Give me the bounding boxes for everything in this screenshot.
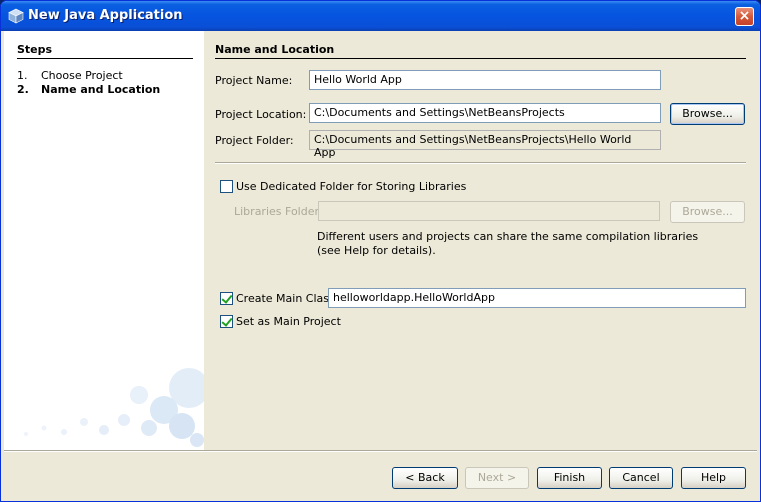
steps-header: Steps	[17, 43, 53, 56]
step-choose-project: 1. Choose Project	[17, 69, 123, 82]
project-folder-label: Project Folder:	[215, 134, 294, 147]
step-label: Choose Project	[41, 69, 123, 82]
next-button[interactable]: Next >	[465, 467, 529, 489]
project-location-label: Project Location:	[215, 108, 307, 121]
button-bar-separator	[4, 450, 757, 452]
back-button[interactable]: < Back	[392, 467, 458, 489]
name-location-panel: Name and Location Project Name: Hello Wo…	[204, 31, 757, 450]
set-main-project-label[interactable]: Set as Main Project	[236, 315, 341, 328]
section-divider	[215, 58, 746, 59]
steps-divider	[17, 58, 193, 59]
close-icon: ×	[738, 8, 751, 24]
libraries-folder-label: Libraries Folder:	[234, 205, 323, 218]
create-main-class-checkbox[interactable]	[220, 292, 233, 305]
set-main-project-checkbox[interactable]	[220, 315, 233, 328]
help-button[interactable]: Help	[681, 467, 746, 489]
close-button[interactable]: ×	[735, 7, 754, 26]
dedicated-libraries-checkbox[interactable]	[220, 180, 233, 193]
section-separator	[215, 162, 746, 164]
window-title: New Java Application	[28, 8, 183, 23]
project-location-browse-button[interactable]: Browse...	[670, 103, 745, 125]
step-number: 2.	[17, 83, 29, 96]
section-title: Name and Location	[215, 43, 335, 56]
finish-button[interactable]: Finish	[537, 467, 602, 489]
main-class-input[interactable]: helloworldapp.HelloWorldApp	[328, 288, 746, 308]
libraries-folder-input[interactable]	[318, 201, 660, 221]
netbeans-cube-icon	[8, 8, 24, 24]
steps-panel: Steps 1. Choose Project 2. Name and Locati…	[4, 31, 204, 450]
step-number: 1.	[17, 69, 28, 82]
libraries-hint-line2: (see Help for details).	[317, 244, 436, 257]
cancel-button[interactable]: Cancel	[609, 467, 673, 489]
project-name-input[interactable]: Hello World App	[309, 70, 661, 90]
dedicated-libraries-label[interactable]: Use Dedicated Folder for Storing Librari…	[236, 180, 466, 193]
dialog-content: Steps 1. Choose Project 2. Name and Locati…	[4, 31, 757, 450]
project-name-label: Project Name:	[215, 74, 293, 87]
project-folder-field[interactable]: C:\Documents and Settings\NetBeansProjec…	[309, 130, 661, 159]
libraries-hint-line1: Different users and projects can share t…	[317, 230, 699, 243]
create-main-class-label[interactable]: Create Main Class	[236, 292, 335, 305]
project-location-input[interactable]: C:\Documents and Settings\NetBeansProjec…	[309, 103, 661, 123]
libraries-browse-button[interactable]: Browse...	[670, 201, 745, 223]
step-name-and-location: 2. Name and Location	[17, 83, 160, 96]
new-java-application-dialog: New Java Application × Steps 1. Choose Pr…	[0, 0, 761, 502]
title-bar[interactable]: New Java Application ×	[1, 1, 760, 31]
step-label: Name and Location	[41, 83, 161, 96]
bubbles-decoration-icon	[24, 368, 204, 447]
